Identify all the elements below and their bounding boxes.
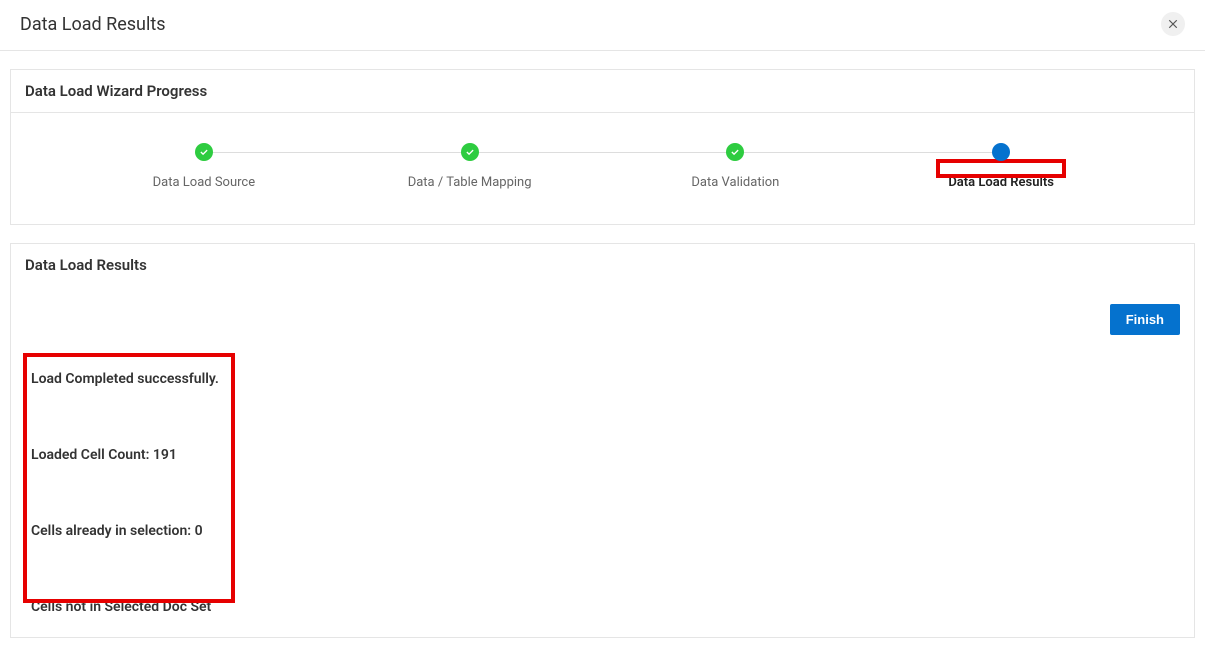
step-indicator-completed bbox=[461, 143, 479, 161]
step-connector bbox=[735, 152, 1001, 153]
page-title: Data Load Results bbox=[20, 14, 166, 35]
results-text-wrap: Load Completed successfully. Loaded Cell… bbox=[25, 371, 1180, 615]
step-label: Data Validation bbox=[691, 175, 779, 190]
wizard-progress-panel: Data Load Wizard Progress Data Load Sour… bbox=[10, 69, 1195, 225]
check-icon bbox=[730, 147, 740, 157]
content-wrap: Data Load Wizard Progress Data Load Sour… bbox=[0, 51, 1205, 666]
step-indicator-current bbox=[992, 143, 1010, 161]
step-label: Data Load Source bbox=[153, 175, 255, 190]
step-connector bbox=[470, 152, 736, 153]
step-label: Data Load Results bbox=[948, 175, 1054, 190]
results-panel-title: Data Load Results bbox=[11, 244, 1194, 286]
result-line: Cells not in Selected Doc Set bbox=[31, 599, 1180, 615]
wizard-step-validation: Data Validation bbox=[603, 143, 869, 190]
check-icon bbox=[465, 147, 475, 157]
results-panel: Data Load Results Finish Load Completed … bbox=[10, 243, 1195, 638]
action-row: Finish bbox=[25, 304, 1180, 335]
step-indicator-completed bbox=[726, 143, 744, 161]
step-indicator-completed bbox=[195, 143, 213, 161]
step-label: Data / Table Mapping bbox=[408, 175, 532, 190]
check-icon bbox=[199, 147, 209, 157]
page-header: Data Load Results bbox=[0, 0, 1205, 51]
result-line: Cells already in selection: 0 bbox=[31, 523, 1180, 539]
step-connector bbox=[204, 152, 470, 153]
finish-button[interactable]: Finish bbox=[1110, 304, 1180, 335]
annotation-highlight bbox=[23, 353, 235, 603]
result-line: Load Completed successfully. bbox=[31, 371, 1180, 387]
wizard-step-mapping: Data / Table Mapping bbox=[337, 143, 603, 190]
close-icon bbox=[1167, 18, 1179, 30]
result-line: Loaded Cell Count: 191 bbox=[31, 447, 1180, 463]
results-body: Finish Load Completed successfully. Load… bbox=[11, 286, 1194, 637]
close-button[interactable] bbox=[1161, 12, 1185, 36]
wizard-step-results: Data Load Results bbox=[868, 143, 1134, 190]
wizard-steps: Data Load Source Data / Table Mapping Da… bbox=[11, 113, 1194, 224]
wizard-panel-title: Data Load Wizard Progress bbox=[11, 70, 1194, 113]
wizard-step-source: Data Load Source bbox=[71, 143, 337, 190]
